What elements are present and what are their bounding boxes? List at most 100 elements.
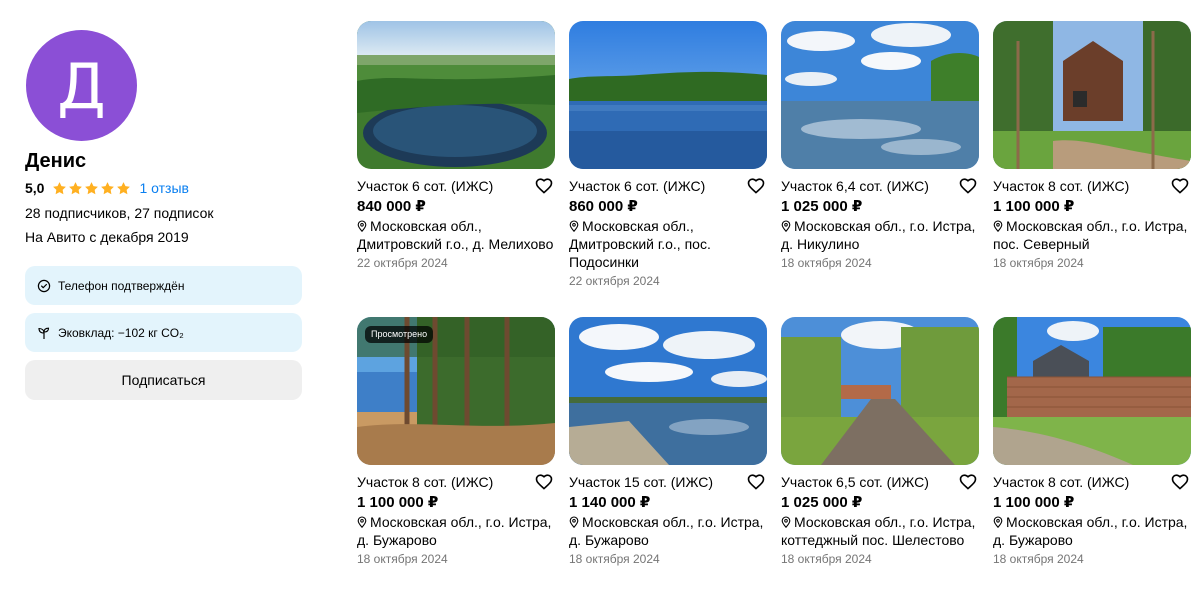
listing-title-row: Участок 6 сот. (ИЖС) xyxy=(569,177,767,195)
listing-card[interactable]: Участок 8 сот. (ИЖС) 1 100 000 ₽ Московс… xyxy=(993,317,1191,591)
check-circle-icon xyxy=(37,279,51,292)
listing-photo[interactable] xyxy=(993,317,1191,465)
listing-date: 18 октября 2024 xyxy=(993,256,1084,270)
listing-date: 18 октября 2024 xyxy=(993,552,1084,566)
listing-card[interactable]: Участок 6,5 сот. (ИЖС) 1 025 000 ₽ Моско… xyxy=(781,317,979,591)
listing-photo-image xyxy=(357,21,555,169)
listing-address: Московская обл., Дмитровский г.о., пос. … xyxy=(569,217,767,271)
star-icon xyxy=(53,181,67,194)
location-pin-icon xyxy=(357,220,367,232)
listing-photo-image xyxy=(993,21,1191,169)
followers-count[interactable]: 28 подписчиков, 27 подписок xyxy=(25,204,302,222)
sprout-icon xyxy=(38,327,50,339)
listing-photo-image xyxy=(569,21,767,169)
listing-title-row: Участок 8 сот. (ИЖС) xyxy=(993,473,1191,491)
listing-address-text: Московская обл., г.о. Истра, д. Бужарово xyxy=(357,514,552,548)
avatar[interactable]: Д xyxy=(26,30,137,141)
listing-date: 22 октября 2024 xyxy=(357,256,448,270)
listing-address: Московская обл., Дмитровский г.о., д. Ме… xyxy=(357,217,555,253)
rating-stars xyxy=(52,181,131,196)
listing-card[interactable]: Участок 6 сот. (ИЖС) 860 000 ₽ Московска… xyxy=(569,21,767,317)
favorite-heart-icon[interactable] xyxy=(746,176,766,196)
seller-sidebar: Д Денис 5,0 1 отзыв 28 подписчиков, 27 п… xyxy=(25,30,302,400)
listing-address-text: Московская обл., Дмитровский г.о., пос. … xyxy=(569,218,711,270)
eco-contribution-label: Эковклад: −102 кг CO₂ xyxy=(58,325,184,340)
listing-address-text: Московская обл., г.о. Истра, коттеджный … xyxy=(781,514,976,548)
listing-date: 18 октября 2024 xyxy=(357,552,448,566)
eco-contribution-badge[interactable]: Эковклад: −102 кг CO₂ xyxy=(25,313,302,352)
star-icon xyxy=(85,181,99,194)
listing-title[interactable]: Участок 6,5 сот. (ИЖС) xyxy=(781,473,929,491)
listing-title-row: Участок 6 сот. (ИЖС) xyxy=(357,177,555,195)
listing-photo[interactable] xyxy=(569,21,767,169)
location-pin-icon xyxy=(357,516,367,528)
listing-price: 1 100 000 ₽ xyxy=(993,494,1075,511)
listing-photo[interactable] xyxy=(357,21,555,169)
member-since: На Авито с декабря 2019 xyxy=(25,229,189,245)
listing-title-row: Участок 15 сот. (ИЖС) xyxy=(569,473,767,491)
listing-photo[interactable] xyxy=(993,21,1191,169)
listing-card[interactable]: Участок 6,4 сот. (ИЖС) 1 025 000 ₽ Моско… xyxy=(781,21,979,317)
star-icon xyxy=(101,181,115,194)
listing-title-row: Участок 6,4 сот. (ИЖС) xyxy=(781,177,979,195)
listing-card[interactable]: Участок 8 сот. (ИЖС) 1 100 000 ₽ Московс… xyxy=(993,21,1191,317)
star-icon xyxy=(69,181,83,194)
listing-card[interactable]: Просмотрено Участок 8 сот. (ИЖС) 1 100 0… xyxy=(357,317,555,591)
listing-address-text: Московская обл., г.о. Истра, пос. Северн… xyxy=(993,218,1188,252)
location-pin-icon xyxy=(993,220,1003,232)
location-pin-icon xyxy=(781,516,791,528)
listing-address: Московская обл., г.о. Истра, пос. Северн… xyxy=(993,217,1191,253)
favorite-heart-icon[interactable] xyxy=(1170,176,1190,196)
listing-title[interactable]: Участок 8 сот. (ИЖС) xyxy=(993,473,1129,491)
listing-date: 22 октября 2024 xyxy=(569,274,660,288)
favorite-heart-icon[interactable] xyxy=(1170,472,1190,492)
listing-address: Московская обл., г.о. Истра, д. Бужарово xyxy=(569,513,767,549)
listing-card[interactable]: Участок 6 сот. (ИЖС) 840 000 ₽ Московска… xyxy=(357,21,555,317)
listing-address-text: Московская обл., г.о. Истра, д. Никулино xyxy=(781,218,976,252)
listing-card[interactable]: Участок 15 сот. (ИЖС) 1 140 000 ₽ Москов… xyxy=(569,317,767,591)
listing-title[interactable]: Участок 8 сот. (ИЖС) xyxy=(993,177,1129,195)
listing-photo[interactable] xyxy=(569,317,767,465)
listing-photo-image xyxy=(993,317,1191,465)
subscribe-button[interactable]: Подписаться xyxy=(25,360,302,400)
listing-address: Московская обл., г.о. Истра, д. Никулино xyxy=(781,217,979,253)
listings-grid: Участок 6 сот. (ИЖС) 840 000 ₽ Московска… xyxy=(357,21,1193,591)
listing-price: 840 000 ₽ xyxy=(357,198,426,215)
listing-title-row: Участок 8 сот. (ИЖС) xyxy=(993,177,1191,195)
listing-photo[interactable]: Просмотрено xyxy=(357,317,555,465)
phone-verified-label: Телефон подтверждён xyxy=(58,278,185,293)
seller-name[interactable]: Денис xyxy=(25,149,302,173)
listing-address: Московская обл., г.о. Истра, д. Бужарово xyxy=(357,513,555,549)
listing-title-row: Участок 6,5 сот. (ИЖС) xyxy=(781,473,979,491)
location-pin-icon xyxy=(569,516,579,528)
listing-date: 18 октября 2024 xyxy=(781,552,872,566)
favorite-heart-icon[interactable] xyxy=(958,472,978,492)
listing-date: 18 октября 2024 xyxy=(781,256,872,270)
listing-photo[interactable] xyxy=(781,21,979,169)
avatar-letter: Д xyxy=(57,49,106,123)
star-icon xyxy=(117,181,131,194)
listing-price: 1 100 000 ₽ xyxy=(993,198,1075,215)
listing-title[interactable]: Участок 15 сот. (ИЖС) xyxy=(569,473,713,491)
listing-title[interactable]: Участок 6 сот. (ИЖС) xyxy=(357,177,493,195)
listing-title[interactable]: Участок 6 сот. (ИЖС) xyxy=(569,177,705,195)
favorite-heart-icon[interactable] xyxy=(534,472,554,492)
listing-date: 18 октября 2024 xyxy=(569,552,660,566)
phone-verified-badge: Телефон подтверждён xyxy=(25,266,302,305)
reviews-link[interactable]: 1 отзыв xyxy=(139,180,189,196)
listing-photo-image xyxy=(781,317,979,465)
listing-photo[interactable] xyxy=(781,317,979,465)
location-pin-icon xyxy=(993,516,1003,528)
favorite-heart-icon[interactable] xyxy=(958,176,978,196)
listing-price: 860 000 ₽ xyxy=(569,198,638,215)
listing-photo-image xyxy=(569,317,767,465)
viewed-badge: Просмотрено xyxy=(365,326,434,343)
rating-value: 5,0 xyxy=(25,180,45,196)
listing-photo-image xyxy=(781,21,979,169)
favorite-heart-icon[interactable] xyxy=(746,472,766,492)
listing-title[interactable]: Участок 8 сот. (ИЖС) xyxy=(357,473,493,491)
location-pin-icon xyxy=(781,220,791,232)
listing-title[interactable]: Участок 6,4 сот. (ИЖС) xyxy=(781,177,929,195)
favorite-heart-icon[interactable] xyxy=(534,176,554,196)
listing-address: Московская обл., г.о. Истра, д. Бужарово xyxy=(993,513,1191,549)
